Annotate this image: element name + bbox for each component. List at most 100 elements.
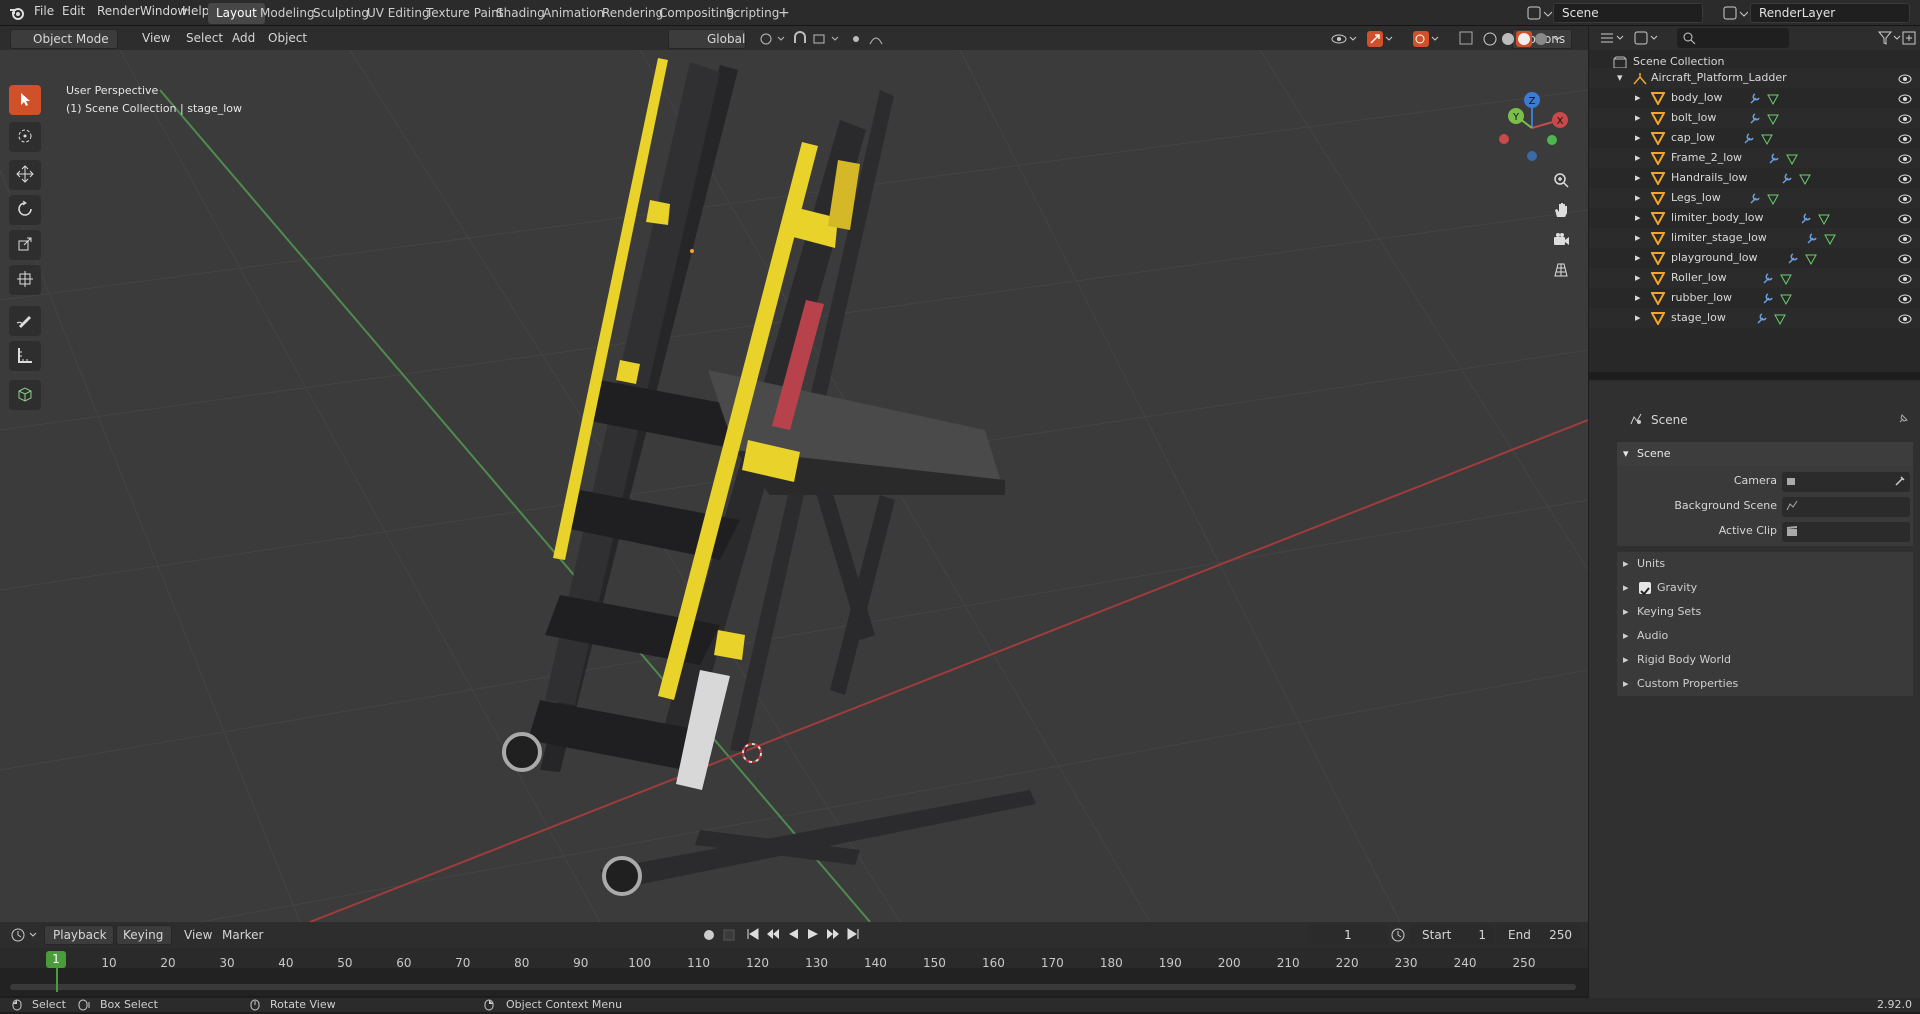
- keying-dropdown[interactable]: Keying: [116, 925, 172, 945]
- measure-tool[interactable]: [9, 341, 41, 371]
- transform-tool[interactable]: [9, 265, 41, 295]
- expand-arrow-icon[interactable]: ▸: [1635, 148, 1641, 168]
- outliner-object-row[interactable]: ▸ Handrails_low: [1589, 168, 1920, 188]
- expand-arrow-icon[interactable]: ▸: [1635, 248, 1641, 268]
- outliner-object-row[interactable]: ▸ Frame_2_low: [1589, 148, 1920, 168]
- menu-render[interactable]: Render: [97, 4, 140, 18]
- new-collection-icon[interactable]: [1901, 30, 1917, 49]
- expand-arrow-icon[interactable]: ▸: [1635, 228, 1641, 248]
- editor-type-icon[interactable]: [1599, 30, 1627, 49]
- blender-logo-icon[interactable]: [9, 5, 25, 21]
- viewport-menu-select[interactable]: Select: [186, 31, 223, 45]
- xray-toggle-icon[interactable]: [1458, 30, 1476, 51]
- subpanel-custom-properties[interactable]: ▸ Custom Properties: [1617, 672, 1913, 696]
- playhead-frame-indicator[interactable]: 1: [46, 951, 66, 968]
- outliner-object-row[interactable]: ▸ bolt_low: [1589, 108, 1920, 128]
- timeline-editor-icon[interactable]: [10, 927, 40, 946]
- playback-dropdown[interactable]: Playback: [44, 925, 114, 945]
- transform-orientation-dropdown[interactable]: Global: [668, 29, 746, 49]
- rotate-tool[interactable]: [9, 195, 41, 225]
- gizmo-toggle-icon[interactable]: [1366, 30, 1396, 51]
- pivot-point-icon[interactable]: [758, 31, 788, 50]
- gravity-checkbox[interactable]: [1639, 582, 1651, 596]
- prev-keyframe-icon[interactable]: [766, 927, 780, 944]
- camera-view-button[interactable]: [1548, 228, 1574, 254]
- outliner-object-row[interactable]: ▸ body_low: [1589, 88, 1920, 108]
- renderlayer-name-field[interactable]: RenderLayer: [1750, 3, 1910, 23]
- object-mode-dropdown[interactable]: Object Mode: [10, 29, 118, 49]
- play-icon[interactable]: [806, 927, 820, 944]
- jump-start-icon[interactable]: [746, 927, 760, 944]
- camera-field[interactable]: [1782, 472, 1910, 492]
- menu-edit[interactable]: Edit: [62, 4, 85, 18]
- display-mode-icon[interactable]: [1633, 30, 1661, 49]
- outliner-object-row[interactable]: ▸ rubber_low: [1589, 288, 1920, 308]
- viewport-menu-object[interactable]: Object: [268, 31, 307, 45]
- expand-arrow-icon[interactable]: ▸: [1635, 168, 1641, 188]
- expand-arrow-icon[interactable]: ▸: [1635, 188, 1641, 208]
- expand-arrow-icon[interactable]: ▸: [1635, 268, 1641, 288]
- renderlayer-selector-icon[interactable]: [1722, 4, 1749, 25]
- navigation-gizmo[interactable]: Z X Y: [1490, 86, 1580, 176]
- expand-arrow-icon[interactable]: ▸: [1635, 308, 1641, 328]
- record-button[interactable]: [702, 928, 742, 945]
- add-cube-tool[interactable]: [9, 380, 41, 410]
- perspective-toggle-button[interactable]: [1548, 258, 1574, 284]
- scene-panel-header[interactable]: ▾ Scene: [1617, 442, 1913, 466]
- overlays-toggle-icon[interactable]: [1412, 30, 1442, 51]
- outliner-collection-row[interactable]: ▾ Aircraft_Platform_Ladder: [1589, 68, 1920, 88]
- annotate-tool[interactable]: [9, 306, 41, 336]
- expand-arrow-icon[interactable]: ▸: [1635, 208, 1641, 228]
- outliner-object-row[interactable]: ▸ limiter_stage_low: [1589, 228, 1920, 248]
- modifier-wrench-icon[interactable]: [1756, 312, 1768, 332]
- cursor-tool[interactable]: [9, 122, 41, 152]
- proportional-editing-icon[interactable]: [850, 31, 890, 50]
- subpanel-units[interactable]: ▸ Units: [1617, 552, 1913, 576]
- current-frame-field[interactable]: 1: [1308, 925, 1388, 945]
- outliner-object-row[interactable]: ▸ cap_low: [1589, 128, 1920, 148]
- viewport-menu-add[interactable]: Add: [232, 31, 255, 45]
- shading-modes-icon[interactable]: [1482, 30, 1572, 51]
- play-reverse-icon[interactable]: [786, 927, 800, 944]
- background-scene-field[interactable]: [1782, 497, 1910, 517]
- subpanel-keying-sets[interactable]: ▸ Keying Sets: [1617, 600, 1913, 624]
- subpanel-audio[interactable]: ▸ Audio: [1617, 624, 1913, 648]
- menu-window[interactable]: Window: [140, 4, 187, 18]
- viewport-menu-view[interactable]: View: [142, 31, 170, 45]
- jump-end-icon[interactable]: [846, 927, 860, 944]
- outliner-object-row[interactable]: ▸ Legs_low: [1589, 188, 1920, 208]
- pin-icon[interactable]: [1897, 413, 1909, 428]
- expand-arrow-icon[interactable]: ▸: [1635, 288, 1641, 308]
- expand-arrow-icon[interactable]: ▸: [1635, 128, 1641, 148]
- filter-icon[interactable]: [1877, 30, 1901, 49]
- zoom-button[interactable]: [1548, 168, 1574, 194]
- scale-tool[interactable]: [9, 230, 41, 260]
- mesh-data-icon[interactable]: [1774, 312, 1786, 332]
- active-clip-field[interactable]: [1782, 522, 1910, 542]
- outliner-object-row[interactable]: ▸ playground_low: [1589, 248, 1920, 268]
- subpanel-gravity[interactable]: ▸ Gravity: [1617, 576, 1913, 600]
- outliner-object-row[interactable]: ▸ limiter_body_low: [1589, 208, 1920, 228]
- outliner-object-row[interactable]: ▸ Roller_low: [1589, 268, 1920, 288]
- expand-arrow-icon[interactable]: ▸: [1635, 88, 1641, 108]
- eyedropper-icon[interactable]: [1894, 475, 1906, 490]
- snap-icon[interactable]: [792, 31, 842, 50]
- subpanel-rigid-body-world[interactable]: ▸ Rigid Body World: [1617, 648, 1913, 672]
- visibility-eye-icon[interactable]: [1898, 312, 1912, 332]
- end-frame-field[interactable]: End 250: [1496, 925, 1580, 945]
- timeline-scrollbar[interactable]: [10, 984, 1576, 990]
- 3d-viewport[interactable]: User Perspective (1) Scene Collection | …: [0, 50, 1588, 922]
- expand-chevron-icon[interactable]: ▾: [1617, 68, 1623, 88]
- add-workspace-button[interactable]: +: [770, 3, 798, 24]
- timeline-menu-view[interactable]: View: [184, 928, 212, 942]
- preview-range-clock-icon[interactable]: [1390, 927, 1406, 946]
- next-keyframe-icon[interactable]: [826, 927, 840, 944]
- scene-name-field[interactable]: Scene: [1553, 3, 1703, 23]
- select-box-tool[interactable]: [9, 85, 41, 115]
- pan-button[interactable]: [1548, 198, 1574, 224]
- outliner-search-input[interactable]: [1677, 28, 1789, 48]
- visibility-filter-icon[interactable]: [1330, 30, 1360, 51]
- expand-arrow-icon[interactable]: ▸: [1635, 108, 1641, 128]
- move-tool[interactable]: [9, 160, 41, 190]
- menu-help[interactable]: Help: [182, 4, 209, 18]
